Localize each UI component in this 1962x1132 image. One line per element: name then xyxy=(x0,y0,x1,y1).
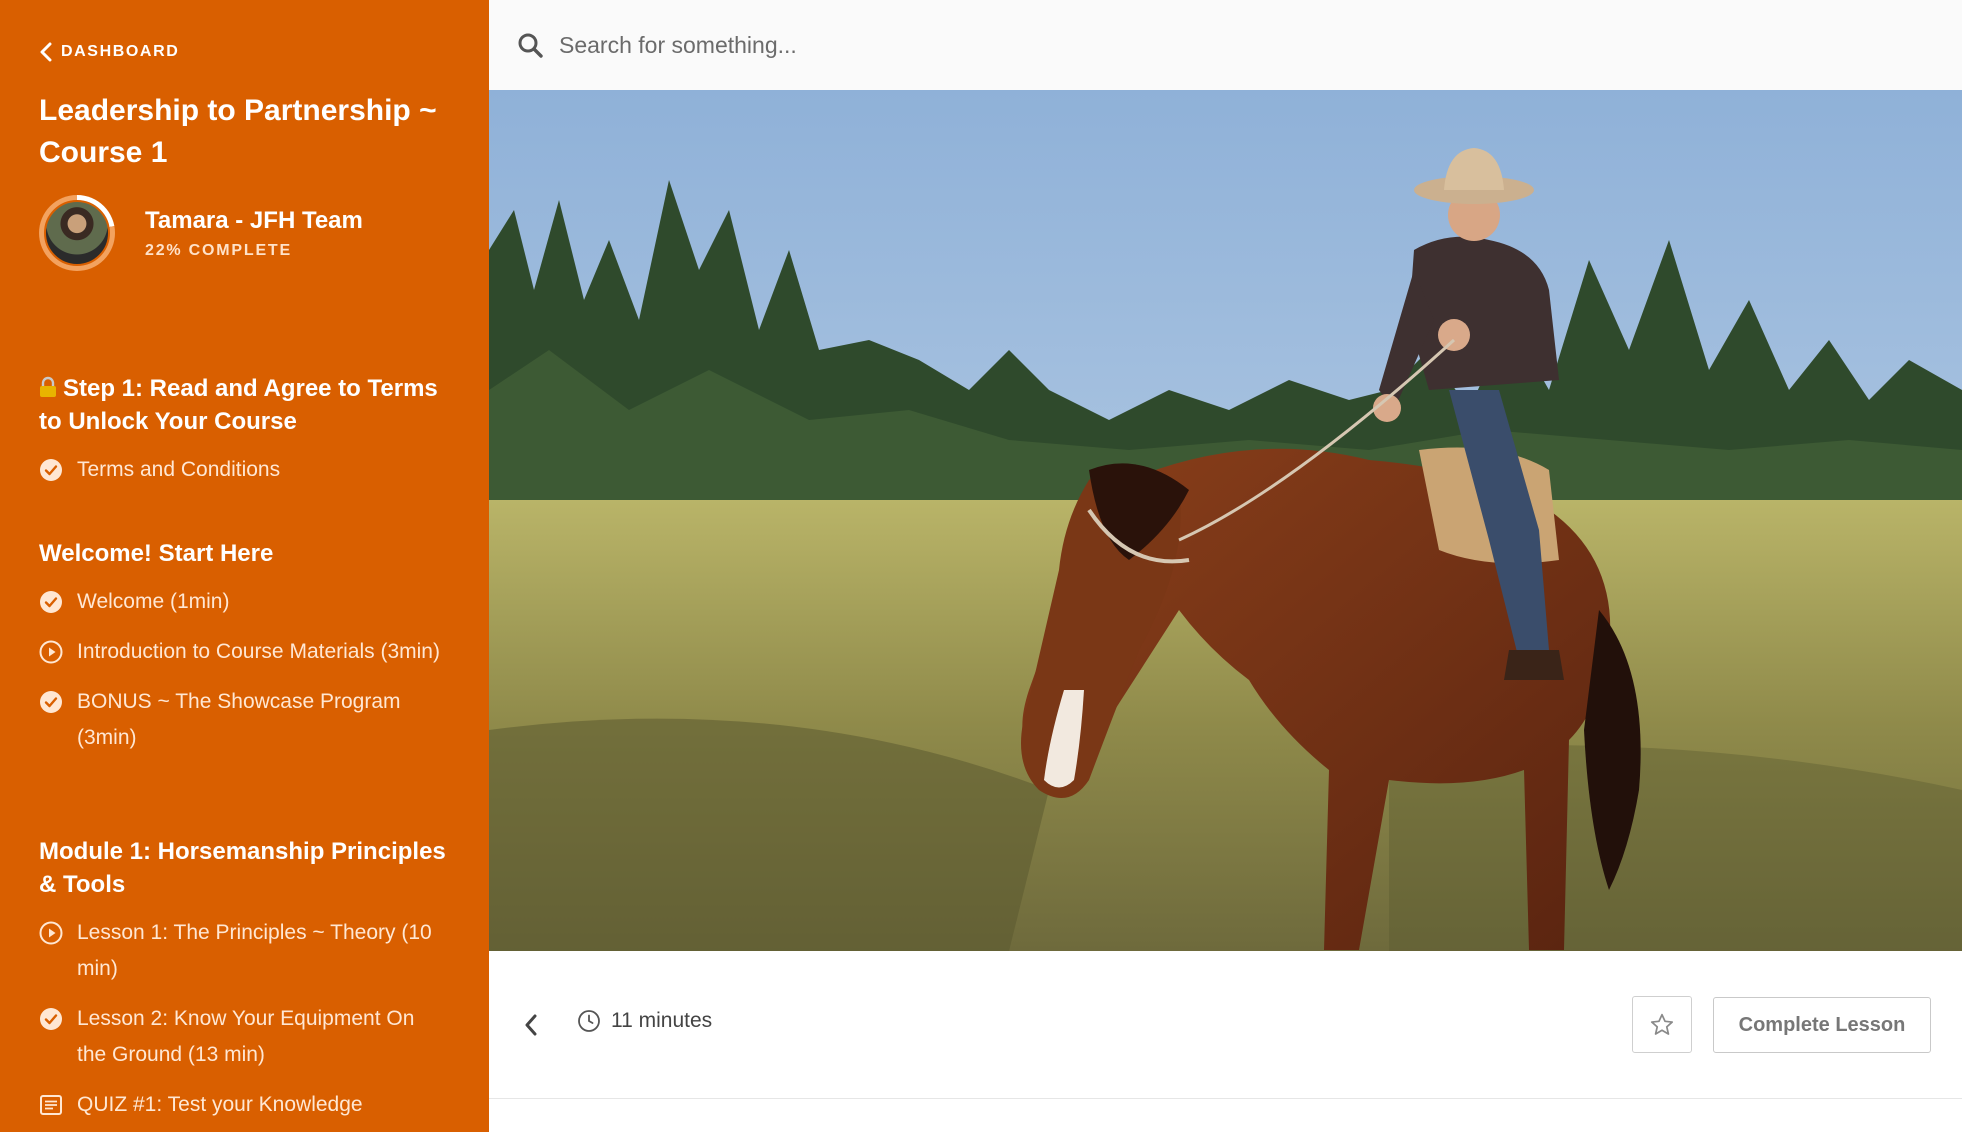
duration-label: 11 minutes xyxy=(611,1009,713,1032)
search-input[interactable] xyxy=(559,31,1759,59)
user-progress-card: Tamara - JFH Team 22% COMPLETE xyxy=(39,195,363,271)
play-circle-icon xyxy=(39,921,63,945)
lesson-quiz-1[interactable]: QUIZ #1: Test your Knowledge xyxy=(39,1087,449,1123)
lesson-label: Introduction to Course Materials (3min) xyxy=(77,640,440,663)
course-sidebar: DASHBOARD Leadership to Partnership ~ Co… xyxy=(0,0,489,1132)
lesson-video[interactable] xyxy=(489,90,1962,951)
section-title: Module 1: Horsemanship Principles & Tool… xyxy=(39,838,446,898)
completed-check-icon xyxy=(40,1008,62,1030)
lesson-label: Welcome (1min) xyxy=(77,590,230,613)
lesson-label: QUIZ #1: Test your Knowledge xyxy=(77,1093,363,1116)
section-step-1: Step 1: Read and Agree to Terms to Unloc… xyxy=(39,372,449,488)
lesson-introduction[interactable]: Introduction to Course Materials (3min) xyxy=(39,634,449,670)
quiz-list-icon xyxy=(40,1095,62,1115)
lesson-welcome[interactable]: Welcome (1min) xyxy=(39,584,449,620)
course-progress-label: 22% COMPLETE xyxy=(145,242,292,259)
course-player: DASHBOARD Leadership to Partnership ~ Co… xyxy=(0,0,1962,1132)
section-title: Step 1: Read and Agree to Terms to Unloc… xyxy=(39,375,438,435)
lock-icon xyxy=(40,376,56,397)
search-icon xyxy=(518,33,543,58)
dashboard-back-link[interactable]: DASHBOARD xyxy=(39,42,179,62)
clock-icon xyxy=(578,1010,600,1032)
lesson-label: Lesson 1: The Principles ~ Theory (10 mi… xyxy=(77,921,432,980)
user-info: Tamara - JFH Team 22% COMPLETE xyxy=(145,206,363,260)
section-module-1: Module 1: Horsemanship Principles & Tool… xyxy=(39,835,449,1123)
complete-lesson-button[interactable]: Complete Lesson xyxy=(1713,997,1931,1053)
dashboard-label: DASHBOARD xyxy=(61,43,180,60)
lesson-main: 11 minutes Complete Lesson xyxy=(489,0,1962,1132)
search-bar xyxy=(489,0,1962,90)
lesson-2-equipment[interactable]: Lesson 2: Know Your Equipment On the Gro… xyxy=(39,1001,449,1073)
section-title: Welcome! Start Here xyxy=(39,540,274,567)
completed-check-icon xyxy=(40,591,62,613)
lesson-1-principles[interactable]: Lesson 1: The Principles ~ Theory (10 mi… xyxy=(39,915,449,987)
completed-check-icon xyxy=(40,459,62,481)
completed-check-icon xyxy=(40,691,62,713)
lesson-controls-bar: 11 minutes Complete Lesson xyxy=(489,951,1962,1099)
user-name: Tamara - JFH Team xyxy=(145,207,363,234)
favorite-button[interactable] xyxy=(1632,996,1692,1053)
course-title: Leadership to Partnership ~ Course 1 xyxy=(39,94,437,169)
chevron-left-icon xyxy=(40,42,52,62)
lesson-label: Lesson 2: Know Your Equipment On the Gro… xyxy=(77,1007,415,1066)
lesson-label: BONUS ~ The Showcase Program (3min) xyxy=(77,690,401,749)
play-circle-icon xyxy=(39,640,63,664)
section-welcome: Welcome! Start Here Welcome (1min) Intro… xyxy=(39,537,449,756)
star-icon xyxy=(1650,1013,1674,1035)
avatar xyxy=(44,200,110,266)
previous-lesson-chevron-icon[interactable] xyxy=(521,1011,541,1039)
video-frame-image xyxy=(489,90,1962,951)
lesson-bonus-showcase[interactable]: BONUS ~ The Showcase Program (3min) xyxy=(39,684,449,756)
progress-ring xyxy=(39,195,115,271)
lesson-label: Terms and Conditions xyxy=(77,458,281,481)
lesson-terms-and-conditions[interactable]: Terms and Conditions xyxy=(39,452,449,488)
lesson-duration: 11 minutes xyxy=(577,1009,712,1033)
